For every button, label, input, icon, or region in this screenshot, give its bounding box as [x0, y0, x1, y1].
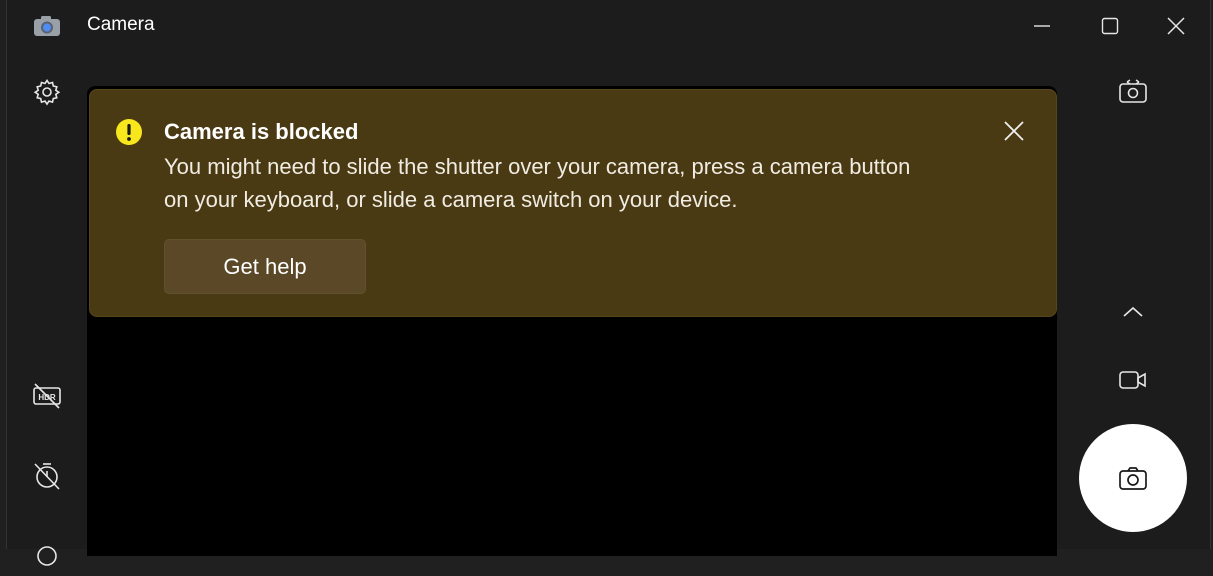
svg-text:HDR: HDR	[38, 393, 56, 402]
expand-modes-button[interactable]	[1113, 292, 1153, 332]
banner-title: Camera is blocked	[164, 119, 359, 144]
hdr-toggle-button[interactable]: HDR	[27, 376, 67, 416]
warning-icon	[115, 118, 143, 146]
dismiss-banner-button[interactable]	[998, 115, 1030, 147]
video-icon	[1119, 371, 1146, 389]
camera-preview: Camera is blocked You might need to slid…	[87, 86, 1057, 556]
timer-toggle-button[interactable]	[27, 456, 67, 496]
maximize-icon	[1101, 17, 1119, 35]
minimize-icon	[1034, 25, 1050, 27]
switch-camera-icon	[1119, 79, 1147, 103]
more-settings-button[interactable]	[27, 536, 67, 576]
title-bar: Camera	[7, 0, 1210, 52]
camera-blocked-banner: Camera is blocked You might need to slid…	[89, 89, 1057, 317]
minimize-button[interactable]	[1019, 8, 1065, 44]
window-title: Camera	[87, 14, 155, 35]
maximize-button[interactable]	[1087, 8, 1133, 44]
gear-icon	[33, 79, 61, 106]
switch-camera-button[interactable]	[1113, 72, 1153, 112]
camera-icon	[1119, 467, 1147, 490]
chevron-up-icon	[1123, 306, 1143, 317]
partial-icon	[37, 546, 57, 566]
close-window-button[interactable]	[1153, 8, 1199, 44]
timer-off-icon	[34, 463, 60, 490]
close-icon	[1167, 17, 1185, 35]
take-photo-button[interactable]	[1079, 424, 1187, 532]
banner-message: You might need to slide the shutter over…	[164, 154, 911, 212]
video-mode-button[interactable]	[1113, 360, 1153, 400]
camera-window: Camera HDR Camera is blocked You might n…	[6, 0, 1211, 566]
camera-app-icon	[33, 14, 61, 38]
close-icon	[1004, 121, 1024, 141]
get-help-button[interactable]: Get help	[164, 239, 366, 294]
hdr-off-icon: HDR	[33, 383, 61, 409]
settings-button[interactable]	[27, 72, 67, 112]
